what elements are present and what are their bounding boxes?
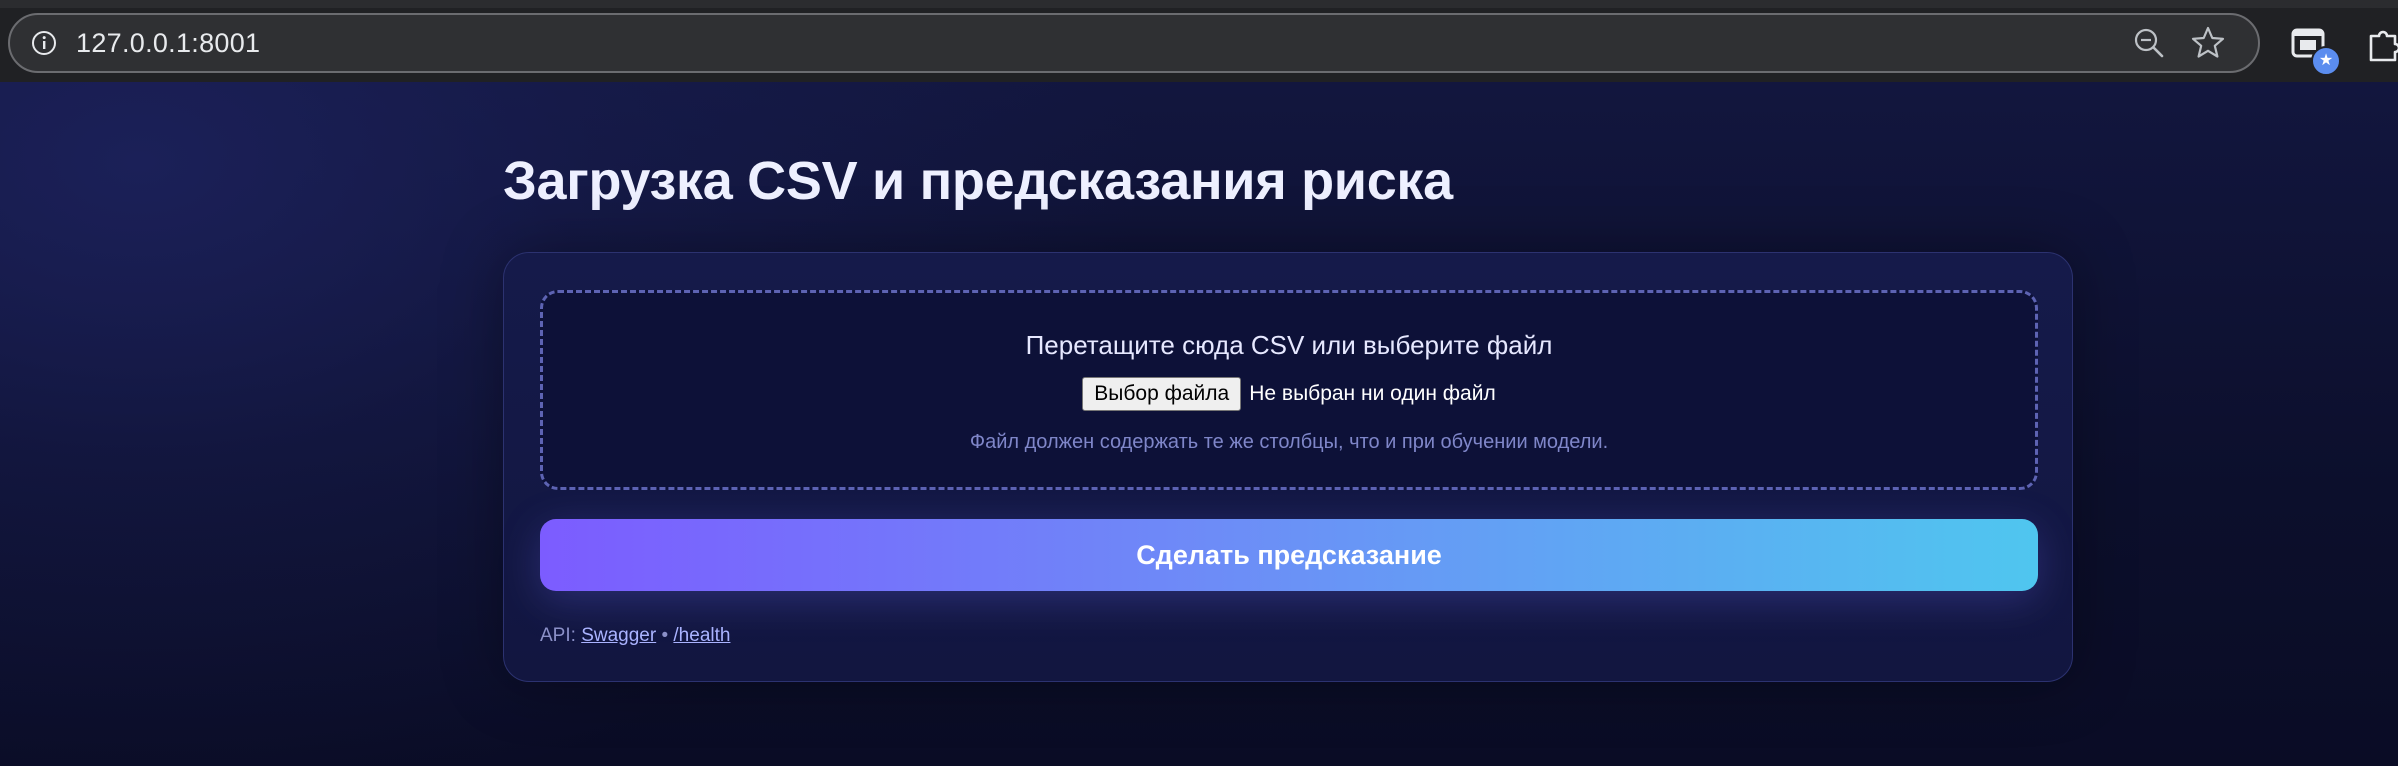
- browser-toolbar: 127.0.0.1:8001 ★: [0, 0, 2398, 82]
- puzzle-icon[interactable]: [2365, 24, 2398, 64]
- tab-strip: [0, 0, 2398, 8]
- address-bar[interactable]: 127.0.0.1:8001: [8, 13, 2260, 73]
- page-body: Загрузка CSV и предсказания риска Перета…: [0, 82, 2398, 766]
- swagger-link[interactable]: Swagger: [581, 625, 656, 646]
- page-title: Загрузка CSV и предсказания риска: [503, 151, 1453, 211]
- link-separator: •: [661, 625, 669, 646]
- health-link[interactable]: /health: [673, 625, 730, 646]
- file-status-text: Не выбран ни один файл: [1249, 382, 1496, 405]
- api-links: API: Swagger • /health: [540, 625, 730, 647]
- file-input-row: Выбор файла Не выбран ни один файл: [543, 377, 2035, 411]
- choose-file-button[interactable]: Выбор файла: [1082, 377, 1242, 411]
- star-icon[interactable]: [2190, 25, 2226, 61]
- zoom-out-icon[interactable]: [2132, 26, 2166, 60]
- upload-card: Перетащите сюда CSV или выберите файл Вы…: [503, 252, 2073, 682]
- url-text[interactable]: 127.0.0.1:8001: [76, 28, 260, 59]
- dropzone-hint: Файл должен содержать те же столбцы, что…: [969, 431, 1609, 453]
- csv-dropzone[interactable]: Перетащите сюда CSV или выберите файл Вы…: [540, 290, 2038, 490]
- extension-badge: ★: [2311, 46, 2341, 76]
- predict-button[interactable]: Сделать предсказание: [540, 519, 2038, 591]
- info-icon[interactable]: [30, 29, 58, 57]
- api-prefix: API:: [540, 625, 576, 646]
- dropzone-title: Перетащите сюда CSV или выберите файл: [1025, 330, 1553, 360]
